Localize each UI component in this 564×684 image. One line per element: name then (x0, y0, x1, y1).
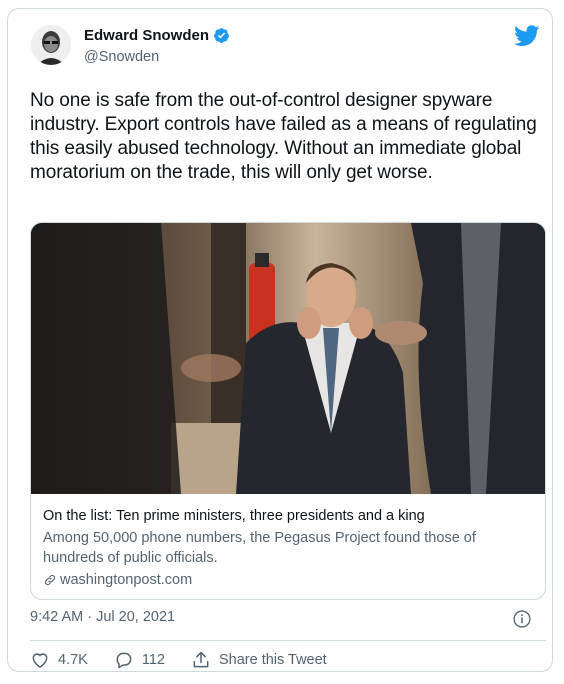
card-image (31, 223, 545, 494)
info-icon[interactable] (512, 609, 532, 629)
author-handle[interactable]: @Snowden (84, 49, 159, 65)
reply-count: 112 (141, 652, 165, 668)
like-button[interactable]: 4.7K (30, 650, 88, 670)
verified-badge-icon (214, 28, 229, 43)
author-name[interactable]: Edward Snowden (84, 27, 209, 44)
reply-icon (116, 652, 132, 669)
reply-button[interactable]: 112 (114, 650, 165, 670)
heart-icon (32, 653, 48, 668)
card-body: On the list: Ten prime ministers, three … (43, 507, 535, 588)
avatar-image (31, 25, 71, 65)
tweet-text: No one is safe from the out-of-control d… (30, 90, 537, 183)
twitter-logo-icon[interactable] (514, 25, 540, 47)
tweet-header: Edward Snowden @Snowden (22, 19, 540, 79)
tweet-embed: Edward Snowden @Snowden No one is safe f… (7, 8, 553, 672)
tweet-timestamp[interactable]: 9:42 AM · Jul 20, 2021 (30, 609, 175, 625)
tweet-actions: 4.7K 112 Share this Tweet (30, 650, 353, 670)
share-label: Share this Tweet (218, 652, 327, 668)
avatar[interactable] (31, 25, 71, 65)
card-title[interactable]: On the list: Ten prime ministers, three … (43, 507, 535, 526)
card-domain[interactable]: washingtonpost.com (43, 572, 535, 588)
divider (30, 640, 546, 641)
link-card[interactable]: On the list: Ten prime ministers, three … (30, 222, 546, 600)
share-icon (193, 651, 209, 668)
card-description: Among 50,000 phone numbers, the Pegasus … (43, 530, 476, 566)
name-row: Edward Snowden (84, 27, 230, 44)
share-button[interactable]: Share this Tweet (191, 650, 327, 670)
link-icon (44, 574, 56, 586)
like-count: 4.7K (58, 652, 88, 668)
card-domain-text: washingtonpost.com (60, 572, 193, 588)
